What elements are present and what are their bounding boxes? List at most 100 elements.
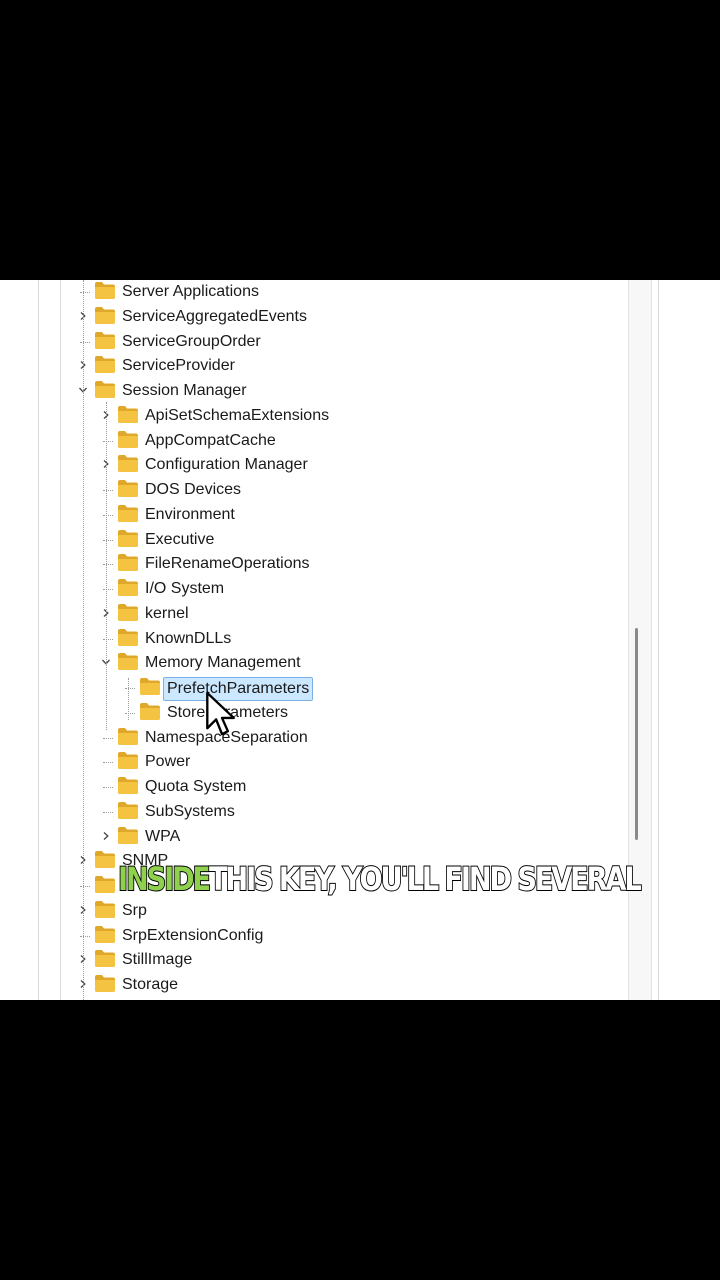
tree-connector — [103, 514, 113, 516]
folder-icon — [117, 479, 139, 498]
folder-icon — [117, 553, 139, 572]
caption-text: THIS KEY, YOU'LL FIND SEVERAL — [208, 859, 642, 899]
tree-item[interactable]: Memory Management — [0, 651, 600, 675]
folder-icon — [117, 529, 139, 548]
folder-icon — [117, 727, 139, 746]
tree-item[interactable]: Server Applications — [0, 280, 600, 304]
tree-item[interactable]: PrefetchParameters — [0, 676, 600, 701]
tree-item[interactable]: StillImage — [0, 948, 600, 972]
tree-item[interactable]: Quota System — [0, 775, 600, 799]
tree-item[interactable]: ApiSetSchemaExtensions — [0, 404, 600, 428]
tree-connector — [80, 341, 90, 343]
tree-item[interactable]: WPA — [0, 825, 600, 849]
tree-item-label: ApiSetSchemaExtensions — [145, 406, 330, 424]
divider — [658, 280, 659, 1000]
tree-connector — [125, 712, 135, 714]
tree-connector — [103, 564, 113, 566]
folder-icon — [94, 900, 116, 919]
folder-icon — [117, 504, 139, 523]
tree-item-label: kernel — [145, 604, 189, 622]
tree-item-label: Server Applications — [122, 283, 259, 300]
folder-icon — [117, 652, 139, 671]
tree-item-label: ServiceProvider — [122, 357, 235, 375]
tree-item[interactable]: Configuration Manager — [0, 453, 600, 477]
folder-icon — [94, 875, 116, 894]
tree-item[interactable]: StoreParameters — [0, 701, 600, 725]
tree-item[interactable]: FileRenameOperations — [0, 552, 600, 576]
tree-item-label: Srp — [122, 901, 147, 919]
tree-connector — [103, 762, 113, 764]
tree-connector — [103, 638, 113, 640]
tree-item-label: WPA — [145, 827, 181, 845]
tree-item[interactable]: ServiceGroupOrder — [0, 330, 600, 354]
folder-icon — [117, 628, 139, 647]
folder-icon — [117, 801, 139, 820]
tree-item-label: I/O System — [145, 580, 225, 597]
tree-item-label: ServiceGroupOrder — [122, 332, 261, 350]
chevron-right-icon[interactable] — [99, 829, 113, 843]
folder-icon — [94, 331, 116, 350]
tree-item[interactable]: AppCompatCache — [0, 429, 600, 453]
folder-icon — [117, 430, 139, 449]
tree-item[interactable]: Session Manager — [0, 379, 600, 403]
tree-item-label: Memory Management — [145, 654, 301, 672]
tree-connector — [103, 737, 113, 739]
tree-item-label: SrpExtensionConfig — [122, 926, 264, 944]
folder-icon — [117, 751, 139, 770]
caption-highlight: INSIDE — [117, 859, 212, 899]
tree-item[interactable]: KnownDLLs — [0, 627, 600, 651]
tree-item[interactable]: Power — [0, 750, 600, 774]
tree-item[interactable]: DOS Devices — [0, 478, 600, 502]
folder-icon — [139, 677, 161, 696]
tree-connector — [103, 589, 113, 590]
tree-connector — [80, 292, 90, 293]
tree-item-label: SubSystems — [145, 802, 235, 820]
tree-item[interactable]: ServiceAggregatedEvents — [0, 305, 600, 329]
tree-item-label: StillImage — [122, 951, 193, 969]
folder-icon — [94, 281, 116, 300]
folder-icon — [94, 380, 116, 399]
tree-item-label: Configuration Manager — [145, 456, 308, 474]
tree-item-label: FileRenameOperations — [145, 555, 310, 573]
tree-item-label: Quota System — [145, 778, 247, 795]
tree-connector — [103, 787, 113, 788]
folder-icon — [94, 925, 116, 944]
mouse-cursor-icon — [206, 691, 235, 736]
tree-item[interactable]: ServiceProvider — [0, 354, 600, 378]
scrollbar-thumb[interactable] — [635, 628, 638, 840]
tree-guide-line — [128, 678, 129, 720]
tree-item[interactable]: NamespaceSeparation — [0, 726, 600, 750]
tree-guide-line — [83, 280, 84, 1000]
folder-icon — [117, 405, 139, 424]
tree-item[interactable]: SrpExtensionConfig — [0, 924, 600, 948]
tree-item-label: DOS Devices — [145, 481, 242, 498]
tree-item-label: Power — [145, 753, 191, 771]
folder-icon — [117, 776, 139, 795]
tree-item-label: ServiceAggregatedEvents — [122, 307, 307, 325]
folder-icon — [117, 578, 139, 597]
tree-item[interactable]: Srp — [0, 899, 600, 923]
tree-item-label: Environment — [145, 505, 235, 523]
tree-connector — [103, 440, 113, 442]
folder-icon — [94, 974, 116, 993]
folder-icon — [94, 949, 116, 968]
tree-connector — [125, 688, 135, 689]
tree-connector — [80, 886, 90, 887]
folder-icon — [117, 603, 139, 622]
folder-icon — [94, 850, 116, 869]
tree-item-label: KnownDLLs — [145, 629, 232, 647]
tree-item[interactable]: Executive — [0, 528, 600, 552]
tree-item[interactable]: SubSystems — [0, 800, 600, 824]
tree-item[interactable]: Storage — [0, 973, 600, 997]
tree-connector — [103, 490, 113, 491]
tree-item[interactable]: I/O System — [0, 577, 600, 601]
tree-guide-line — [106, 402, 107, 730]
tree-item-label: Storage — [122, 976, 179, 993]
tree-item[interactable]: Environment — [0, 503, 600, 527]
tree-connector — [103, 811, 113, 813]
tree-item[interactable]: kernel — [0, 602, 600, 626]
folder-icon — [94, 306, 116, 325]
folder-icon — [117, 826, 139, 845]
video-caption: INSIDETHIS KEY, YOU'LL FIND SEVERAL — [117, 859, 642, 899]
folder-icon — [139, 702, 161, 721]
